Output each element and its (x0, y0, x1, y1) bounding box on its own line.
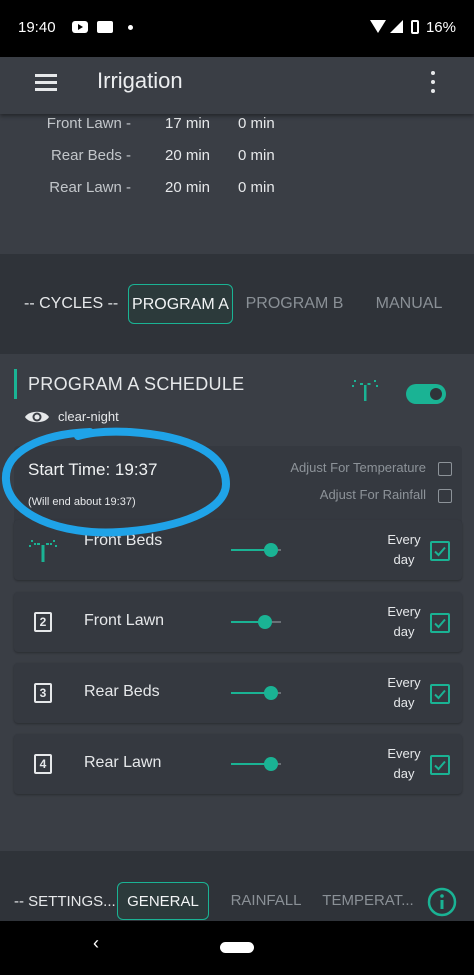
back-icon[interactable]: ‹ (93, 933, 99, 954)
duration-a: 20 min (165, 179, 211, 196)
tab-rainfall[interactable]: RAINFALL (226, 882, 306, 920)
zone-frequency: Every day (384, 530, 424, 570)
adjust-rainfall-label: Adjust For Rainfall (319, 487, 426, 502)
start-time-card[interactable]: Start Time: 19:37 (Will end about 19:37)… (14, 446, 462, 526)
zone-card: 4 Rear Lawn Every day (14, 734, 462, 794)
frequency-line-1: Every (387, 675, 421, 690)
frequency-line-1: Every (387, 746, 421, 761)
tab-program-a[interactable]: PROGRAM A (128, 284, 233, 324)
duration-b: 0 min (238, 147, 275, 164)
card-icon (97, 21, 113, 33)
info-icon[interactable] (427, 887, 457, 917)
status-bar: 19:40 16% (0, 0, 474, 57)
settings-section: -- SETTINGS... GENERAL RAINFALL TEMPERAT… (0, 851, 474, 921)
tab-general[interactable]: GENERAL (117, 882, 209, 920)
frequency-line-2: day (393, 695, 415, 710)
zone-card: Front Beds Every day (14, 520, 462, 580)
zone-frequency: Every day (384, 673, 424, 713)
sprinkler-icon (29, 540, 57, 562)
app-title: Irrigation (97, 68, 183, 93)
system-nav-bar: ‹ (0, 921, 474, 975)
duration-a: 17 min (165, 115, 211, 132)
zone-frequency: Every day (384, 602, 424, 642)
adjust-temperature-label: Adjust For Temperature (290, 460, 426, 475)
zone-number-icon: 3 (34, 683, 52, 703)
frequency-line-1: Every (387, 604, 421, 619)
cycles-section: -- CYCLES -- PROGRAM A PROGRAM B MANUAL (0, 254, 474, 354)
zone-duration-slider[interactable] (231, 615, 281, 629)
weather-text: clear-night (58, 409, 119, 424)
sprinkler-icon (352, 380, 378, 401)
zone-duration-slider[interactable] (231, 686, 281, 700)
tab-program-b[interactable]: PROGRAM B (243, 284, 346, 324)
signal-icon (390, 20, 403, 33)
zone-durations-list: Front Lawn - 17 min 0 min Rear Beds - 20… (0, 114, 474, 254)
zone-enabled-checkbox[interactable] (430, 684, 450, 704)
frequency-line-2: day (393, 624, 415, 639)
frequency-line-2: day (393, 552, 415, 567)
zone-duration-slider[interactable] (231, 543, 281, 557)
program-schedule: PROGRAM A SCHEDULE clear-night Start Tim… (0, 354, 474, 851)
menu-icon[interactable] (35, 74, 57, 91)
wifi-icon (370, 20, 386, 33)
frequency-line-2: day (393, 766, 415, 781)
slider-thumb[interactable] (264, 686, 278, 700)
slider-thumb[interactable] (264, 757, 278, 771)
zone-name: Front Lawn (84, 612, 165, 629)
zone-duration-slider[interactable] (231, 757, 281, 771)
zone-name: Front Beds (84, 532, 163, 549)
start-time[interactable]: Start Time: 19:37 (28, 460, 157, 480)
battery-icon (411, 20, 419, 34)
status-time: 19:40 (18, 19, 56, 36)
adjust-rainfall-checkbox[interactable] (438, 488, 452, 503)
zone-number-icon: 2 (34, 612, 52, 632)
more-vert-icon[interactable] (428, 71, 438, 93)
slider-thumb[interactable] (264, 543, 278, 557)
duration-b: 0 min (238, 115, 275, 132)
zone-enabled-checkbox[interactable] (430, 613, 450, 633)
schedule-accent-bar (14, 369, 17, 399)
end-time-estimate: (Will end about 19:37) (28, 496, 136, 508)
cycles-label: -- CYCLES -- (24, 295, 119, 312)
youtube-icon (72, 21, 88, 33)
adjust-temperature-row: Adjust For Temperature (290, 460, 452, 476)
home-pill[interactable] (220, 942, 254, 953)
duration-row: Front Lawn - 17 min 0 min (0, 115, 474, 139)
settings-label: -- SETTINGS... (14, 893, 116, 910)
zone-name: Rear Lawn (84, 754, 162, 771)
duration-zone-name: Rear Beds - (50, 147, 131, 164)
duration-row: Rear Lawn - 20 min 0 min (0, 179, 474, 203)
tab-temperature[interactable]: TEMPERAT... (322, 882, 414, 920)
adjust-temperature-checkbox[interactable] (438, 461, 452, 476)
app-bar: Irrigation (0, 57, 474, 114)
zone-frequency: Every day (384, 744, 424, 784)
duration-b: 0 min (238, 179, 275, 196)
tab-manual[interactable]: MANUAL (368, 284, 450, 324)
adjust-rainfall-row: Adjust For Rainfall (320, 487, 452, 503)
duration-zone-name: Front Lawn - (46, 115, 131, 132)
frequency-line-1: Every (387, 532, 421, 547)
zone-name: Rear Beds (84, 683, 160, 700)
duration-zone-name: Rear Lawn - (49, 179, 131, 196)
duration-a: 20 min (165, 147, 211, 164)
eye-icon (25, 411, 49, 423)
slider-thumb[interactable] (258, 615, 272, 629)
zone-enabled-checkbox[interactable] (430, 755, 450, 775)
zone-number-icon: 4 (34, 754, 52, 774)
schedule-title: PROGRAM A SCHEDULE (28, 374, 245, 394)
notification-dot (128, 25, 133, 30)
battery-percent: 16% (425, 19, 456, 36)
duration-row: Rear Beds - 20 min 0 min (0, 147, 474, 171)
zone-card: 2 Front Lawn Every day (14, 592, 462, 652)
zone-enabled-checkbox[interactable] (430, 541, 450, 561)
schedule-enable-toggle[interactable] (406, 384, 446, 404)
zone-card: 3 Rear Beds Every day (14, 663, 462, 723)
